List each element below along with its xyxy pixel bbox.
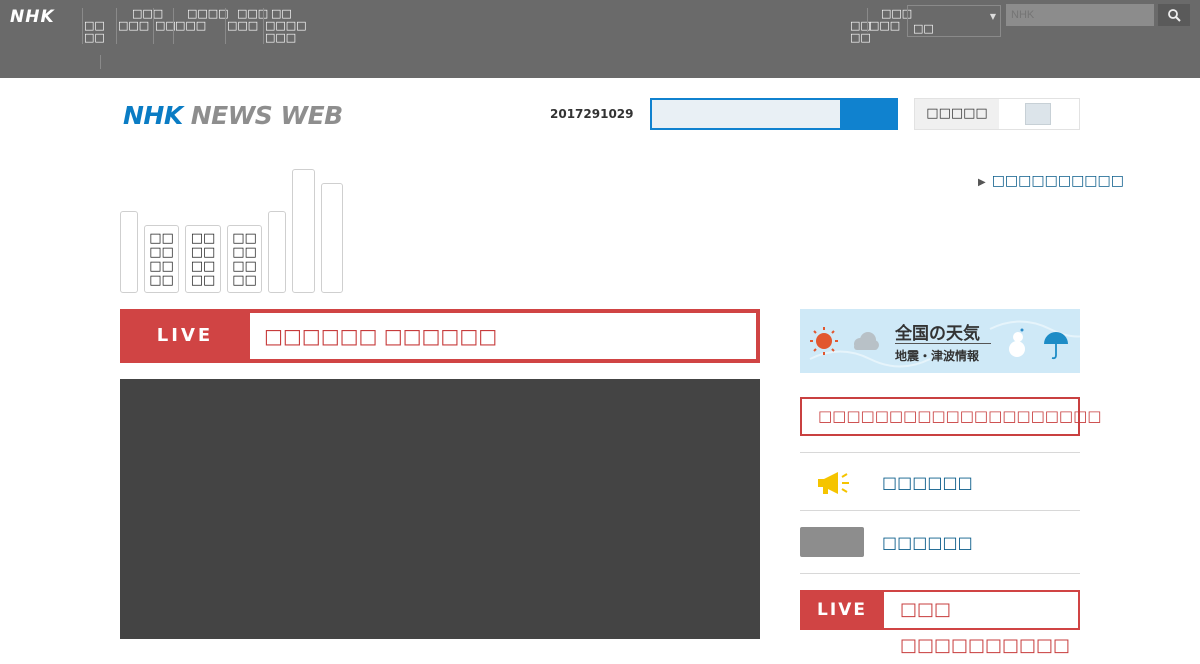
tag-list-link-label: □□□□□□□□□□	[991, 173, 1124, 189]
live-badge: LIVE	[156, 325, 214, 346]
news-search-button[interactable]	[840, 98, 898, 130]
category-tab-3[interactable]: □□ □□ □□ □□	[185, 225, 221, 293]
global-right-item-2[interactable]: □□□ □□□	[867, 8, 912, 32]
side-link-2-label: □□□□□□	[882, 533, 973, 552]
global-right-item-1[interactable]: □□ □□	[849, 8, 871, 44]
side-live-banner[interactable]: LIVE □□□ □□□□□□□□□□	[800, 590, 1080, 656]
thumbnail-placeholder	[800, 527, 864, 557]
nav-line: □□	[850, 31, 871, 44]
toggle-label: □□□□□	[915, 99, 999, 129]
triangle-right-icon: ▶	[978, 177, 986, 188]
alert-link[interactable]: □□□□□□□□□□□□□□□□□□□□	[800, 397, 1101, 436]
weather-title: 全国の天気	[895, 324, 980, 344]
global-nav-item-6[interactable]: □□ □□□□ □□□	[263, 8, 315, 44]
category-tab-4[interactable]: □□ □□ □□ □□	[227, 225, 262, 293]
category-label: □□	[149, 245, 174, 260]
nhk-news-web-logo[interactable]: NHK NEWS WEB	[123, 101, 343, 130]
global-nav: □□ □□ □□□ □□□ □□ □□□□ □□□ □□□ □□□ □□ □□□…	[82, 8, 315, 44]
global-nav-item-5[interactable]: □□□ □□□	[225, 8, 268, 44]
global-nav-item-1[interactable]: □□ □□	[82, 8, 116, 44]
category-tab-5[interactable]	[268, 211, 286, 293]
global-nav-item-2[interactable]: □□□ □□□	[116, 8, 163, 44]
category-label: □□	[190, 231, 216, 246]
category-label: □□	[190, 273, 216, 288]
megaphone-icon	[818, 472, 849, 494]
nav-line: □□□	[265, 31, 297, 44]
nav-divider	[100, 55, 101, 69]
category-tab-6[interactable]	[292, 169, 315, 293]
nav-line: □□□	[175, 19, 207, 32]
category-label: □□	[149, 259, 174, 274]
nav-line: □□	[84, 31, 105, 44]
global-search-button[interactable]	[1158, 4, 1190, 26]
region-select-value: □□	[913, 22, 934, 35]
nav-line: □□□	[227, 19, 259, 32]
nhk-logo[interactable]: NHK	[10, 7, 55, 27]
category-label: □□	[232, 273, 257, 288]
display-toggle[interactable]: □□□□□	[914, 98, 1080, 130]
global-header: NHK □□ □□ □□□ □□□ □□ □□□□ □□□ □□□ □□□ □□…	[0, 0, 1200, 78]
category-tab-2[interactable]: □□ □□ □□ □□	[144, 225, 179, 293]
category-label: □□	[149, 231, 174, 246]
weather-banner[interactable]: 全国の天気 地震・津波情報	[800, 309, 1080, 373]
header-date-number: 2017291029	[550, 107, 634, 121]
nav-line: □□□	[869, 19, 901, 32]
category-tab-1[interactable]	[120, 211, 138, 293]
logo-nhk-text: NHK	[123, 101, 183, 130]
weather-subtitle: 地震・津波情報	[895, 349, 980, 363]
side-divider	[800, 573, 1080, 574]
global-right-nav: □□ □□ □□□ □□□	[849, 8, 912, 44]
umbrella-icon	[1044, 332, 1068, 360]
category-label: □□	[190, 245, 216, 260]
region-select[interactable]: □□ ▼	[907, 5, 1001, 37]
live-banner[interactable]: LIVE □□□□□□ □□□□□□	[120, 309, 760, 363]
side-live-title: □□□ □□□□□□□□□□	[884, 592, 1078, 656]
category-label: □□	[232, 245, 257, 260]
snowman-icon	[1009, 332, 1025, 357]
weather-underline	[895, 343, 991, 344]
side-link-2[interactable]: □□□□□□	[800, 510, 1080, 574]
toggle-knob[interactable]	[1025, 103, 1051, 125]
live-title: □□□□□□ □□□□□□	[250, 313, 756, 359]
category-label: □□	[190, 259, 216, 274]
logo-newsweb-text: NEWS WEB	[190, 101, 344, 130]
category-label: □□	[232, 259, 257, 274]
global-nav-item-3[interactable]: □□	[153, 8, 176, 44]
sun-icon	[810, 327, 838, 355]
cloud-icon	[854, 332, 879, 350]
side-link-1-label: □□□□□□	[882, 473, 973, 492]
search-icon	[1167, 8, 1181, 22]
global-nav-item-4[interactable]: □□□□ □□□	[173, 8, 229, 44]
nav-line: □□	[155, 19, 176, 32]
category-tab-7[interactable]	[321, 183, 343, 293]
live-badge: LIVE	[817, 600, 867, 620]
category-label: □□	[149, 273, 174, 288]
chevron-down-icon: ▼	[989, 12, 996, 21]
global-search-input[interactable]	[1006, 4, 1154, 26]
tag-list-link[interactable]: ▶ □□□□□□□□□□	[978, 173, 1124, 189]
category-label: □□	[232, 231, 257, 246]
side-link-1[interactable]: □□□□□□	[800, 452, 1080, 511]
video-player[interactable]	[120, 379, 760, 639]
nav-line: □□□	[118, 19, 150, 32]
